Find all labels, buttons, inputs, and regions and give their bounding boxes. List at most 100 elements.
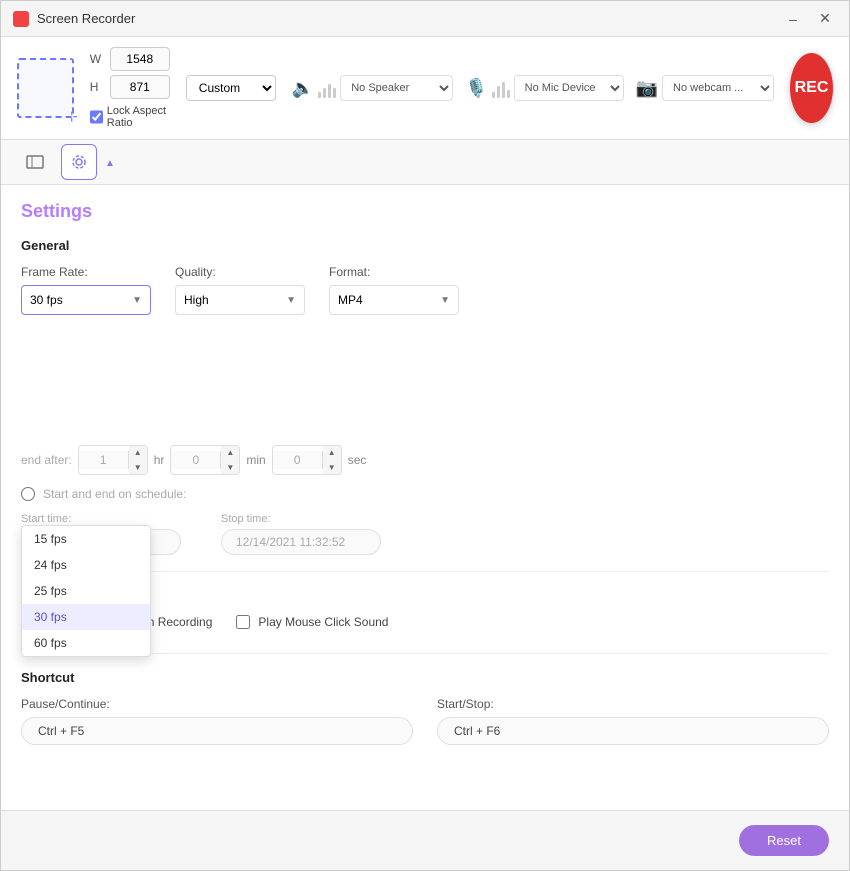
min-spinner-btns: ▲ ▼: [221, 445, 239, 475]
bar4: [507, 90, 510, 98]
width-input[interactable]: [110, 47, 170, 71]
sec-spinner-btns: ▲ ▼: [323, 445, 341, 475]
settings-expand-icon: ▲: [105, 158, 115, 169]
settings-button[interactable]: [61, 144, 97, 180]
general-section-title: General: [21, 238, 829, 253]
fps-dropdown-arrow: ▼: [132, 295, 142, 306]
min-spinner: ▲ ▼: [170, 445, 240, 475]
capture-mode-button[interactable]: [17, 144, 53, 180]
schedule-radio[interactable]: [21, 487, 35, 501]
speaker-bars: [318, 78, 336, 98]
webcam-group: 📷 No webcam ... Default Camera: [636, 75, 774, 101]
width-row: W: [90, 47, 170, 71]
sec-up-button[interactable]: ▲: [323, 445, 341, 460]
mic-group: 🎙️ No Mic Device Default Mic: [465, 75, 623, 101]
format-group: Format: MP4 ▼: [329, 265, 459, 315]
fps-current-value: 30 fps: [30, 293, 132, 307]
hr-spinner: ▲ ▼: [78, 445, 148, 475]
shortcut-row: Pause/Continue: Start/Stop:: [21, 697, 829, 745]
webcam-select[interactable]: No webcam ... Default Camera: [662, 75, 774, 101]
bar1: [318, 92, 321, 98]
format-select-display[interactable]: MP4 ▼: [329, 285, 459, 315]
dimensions-group: W H Lock Aspect Ratio: [90, 47, 170, 129]
schedule-row: Start and end on schedule:: [21, 487, 829, 501]
sec-down-button[interactable]: ▼: [323, 460, 341, 475]
resize-handle[interactable]: ⊹: [66, 110, 78, 122]
min-up-button[interactable]: ▲: [221, 445, 239, 460]
app-window: Screen Recorder – ✕ ⊹ W H Loc: [0, 0, 850, 871]
resize-icon: ⊹: [66, 108, 78, 125]
pause-group: Pause/Continue:: [21, 697, 413, 745]
close-button[interactable]: ✕: [813, 7, 837, 31]
height-label: H: [90, 80, 104, 94]
fps-option-24[interactable]: 24 fps: [22, 552, 150, 578]
stop-time-group: Stop time:: [221, 513, 381, 555]
mic-bars: [492, 78, 510, 98]
sec-unit: sec: [348, 453, 367, 467]
width-label: W: [90, 52, 104, 66]
fps-select-display[interactable]: 30 fps ▼: [21, 285, 151, 315]
sec-input[interactable]: [273, 451, 323, 469]
capture-preview[interactable]: ⊹: [17, 58, 74, 118]
fps-option-30[interactable]: 30 fps: [22, 604, 150, 630]
quality-dropdown-arrow: ▼: [286, 295, 296, 306]
sec-spinner: ▲ ▼: [272, 445, 342, 475]
reset-button[interactable]: Reset: [739, 825, 829, 856]
lock-aspect-checkbox[interactable]: [90, 110, 103, 124]
mic-icon: 🎙️: [465, 78, 487, 99]
fps-option-15[interactable]: 15 fps: [22, 526, 150, 552]
top-area: ⊹ W H Lock Aspect Ratio Custom 1920×1080…: [1, 37, 849, 140]
rec-button[interactable]: REC: [790, 53, 833, 123]
startstop-group: Start/Stop:: [437, 697, 829, 745]
shortcut-section-title: Shortcut: [21, 670, 829, 685]
quality-label: Quality:: [175, 265, 305, 279]
stop-time-input[interactable]: [221, 529, 381, 555]
min-unit: min: [246, 453, 265, 467]
fps-option-25[interactable]: 25 fps: [22, 578, 150, 604]
devices-area: 🔈 No Speaker Default Speaker 🎙️: [292, 75, 774, 101]
bar3: [328, 84, 331, 98]
settings-content: Settings General Frame Rate: 30 fps ▼ Qu…: [1, 185, 849, 810]
toolbar: ▲: [1, 140, 849, 185]
minimize-button[interactable]: –: [781, 7, 805, 31]
schedule-label: Start and end on schedule:: [43, 487, 186, 501]
settings-gear-icon: [70, 153, 88, 171]
play-sound-row: Play Mouse Click Sound: [236, 615, 388, 629]
settings-title: Settings: [21, 201, 829, 222]
format-current-value: MP4: [338, 293, 440, 307]
preset-select[interactable]: Custom 1920×1080 1280×720 640×480: [186, 75, 276, 101]
min-down-button[interactable]: ▼: [221, 460, 239, 475]
speaker-select[interactable]: No Speaker Default Speaker: [340, 75, 453, 101]
mic-select[interactable]: No Mic Device Default Mic: [514, 75, 624, 101]
play-sound-checkbox[interactable]: [236, 615, 250, 629]
hr-unit: hr: [154, 453, 165, 467]
hr-up-button[interactable]: ▲: [129, 445, 147, 460]
startstop-label: Start/Stop:: [437, 697, 829, 711]
format-label: Format:: [329, 265, 459, 279]
min-input[interactable]: [171, 451, 221, 469]
hr-input[interactable]: [79, 451, 129, 469]
quality-select-display[interactable]: High ▼: [175, 285, 305, 315]
fps-option-60[interactable]: 60 fps: [22, 630, 150, 656]
record-end-label: end after:: [21, 453, 72, 467]
startstop-input[interactable]: [437, 717, 829, 745]
framerate-label: Frame Rate:: [21, 265, 151, 279]
quality-current-value: High: [184, 293, 286, 307]
height-row: H: [90, 75, 170, 99]
title-bar: Screen Recorder – ✕: [1, 1, 849, 37]
play-sound-label: Play Mouse Click Sound: [258, 615, 388, 629]
bar4: [333, 88, 336, 98]
speaker-group: 🔈 No Speaker Default Speaker: [292, 75, 453, 101]
hr-down-button[interactable]: ▼: [129, 460, 147, 475]
title-bar-left: Screen Recorder: [13, 11, 135, 27]
fps-dropdown-popup: 15 fps 24 fps 25 fps 30 fps 60 fps: [21, 525, 151, 657]
capture-icon: [26, 155, 44, 169]
height-input[interactable]: [110, 75, 170, 99]
lock-row: Lock Aspect Ratio: [90, 105, 170, 129]
lock-aspect-label: Lock Aspect Ratio: [107, 105, 170, 129]
pause-input[interactable]: [21, 717, 413, 745]
bar2: [497, 86, 500, 98]
bar1: [492, 92, 495, 98]
form-row-main: Frame Rate: 30 fps ▼ Quality: High ▼ For…: [21, 265, 829, 315]
start-time-label: Start time:: [21, 513, 181, 525]
